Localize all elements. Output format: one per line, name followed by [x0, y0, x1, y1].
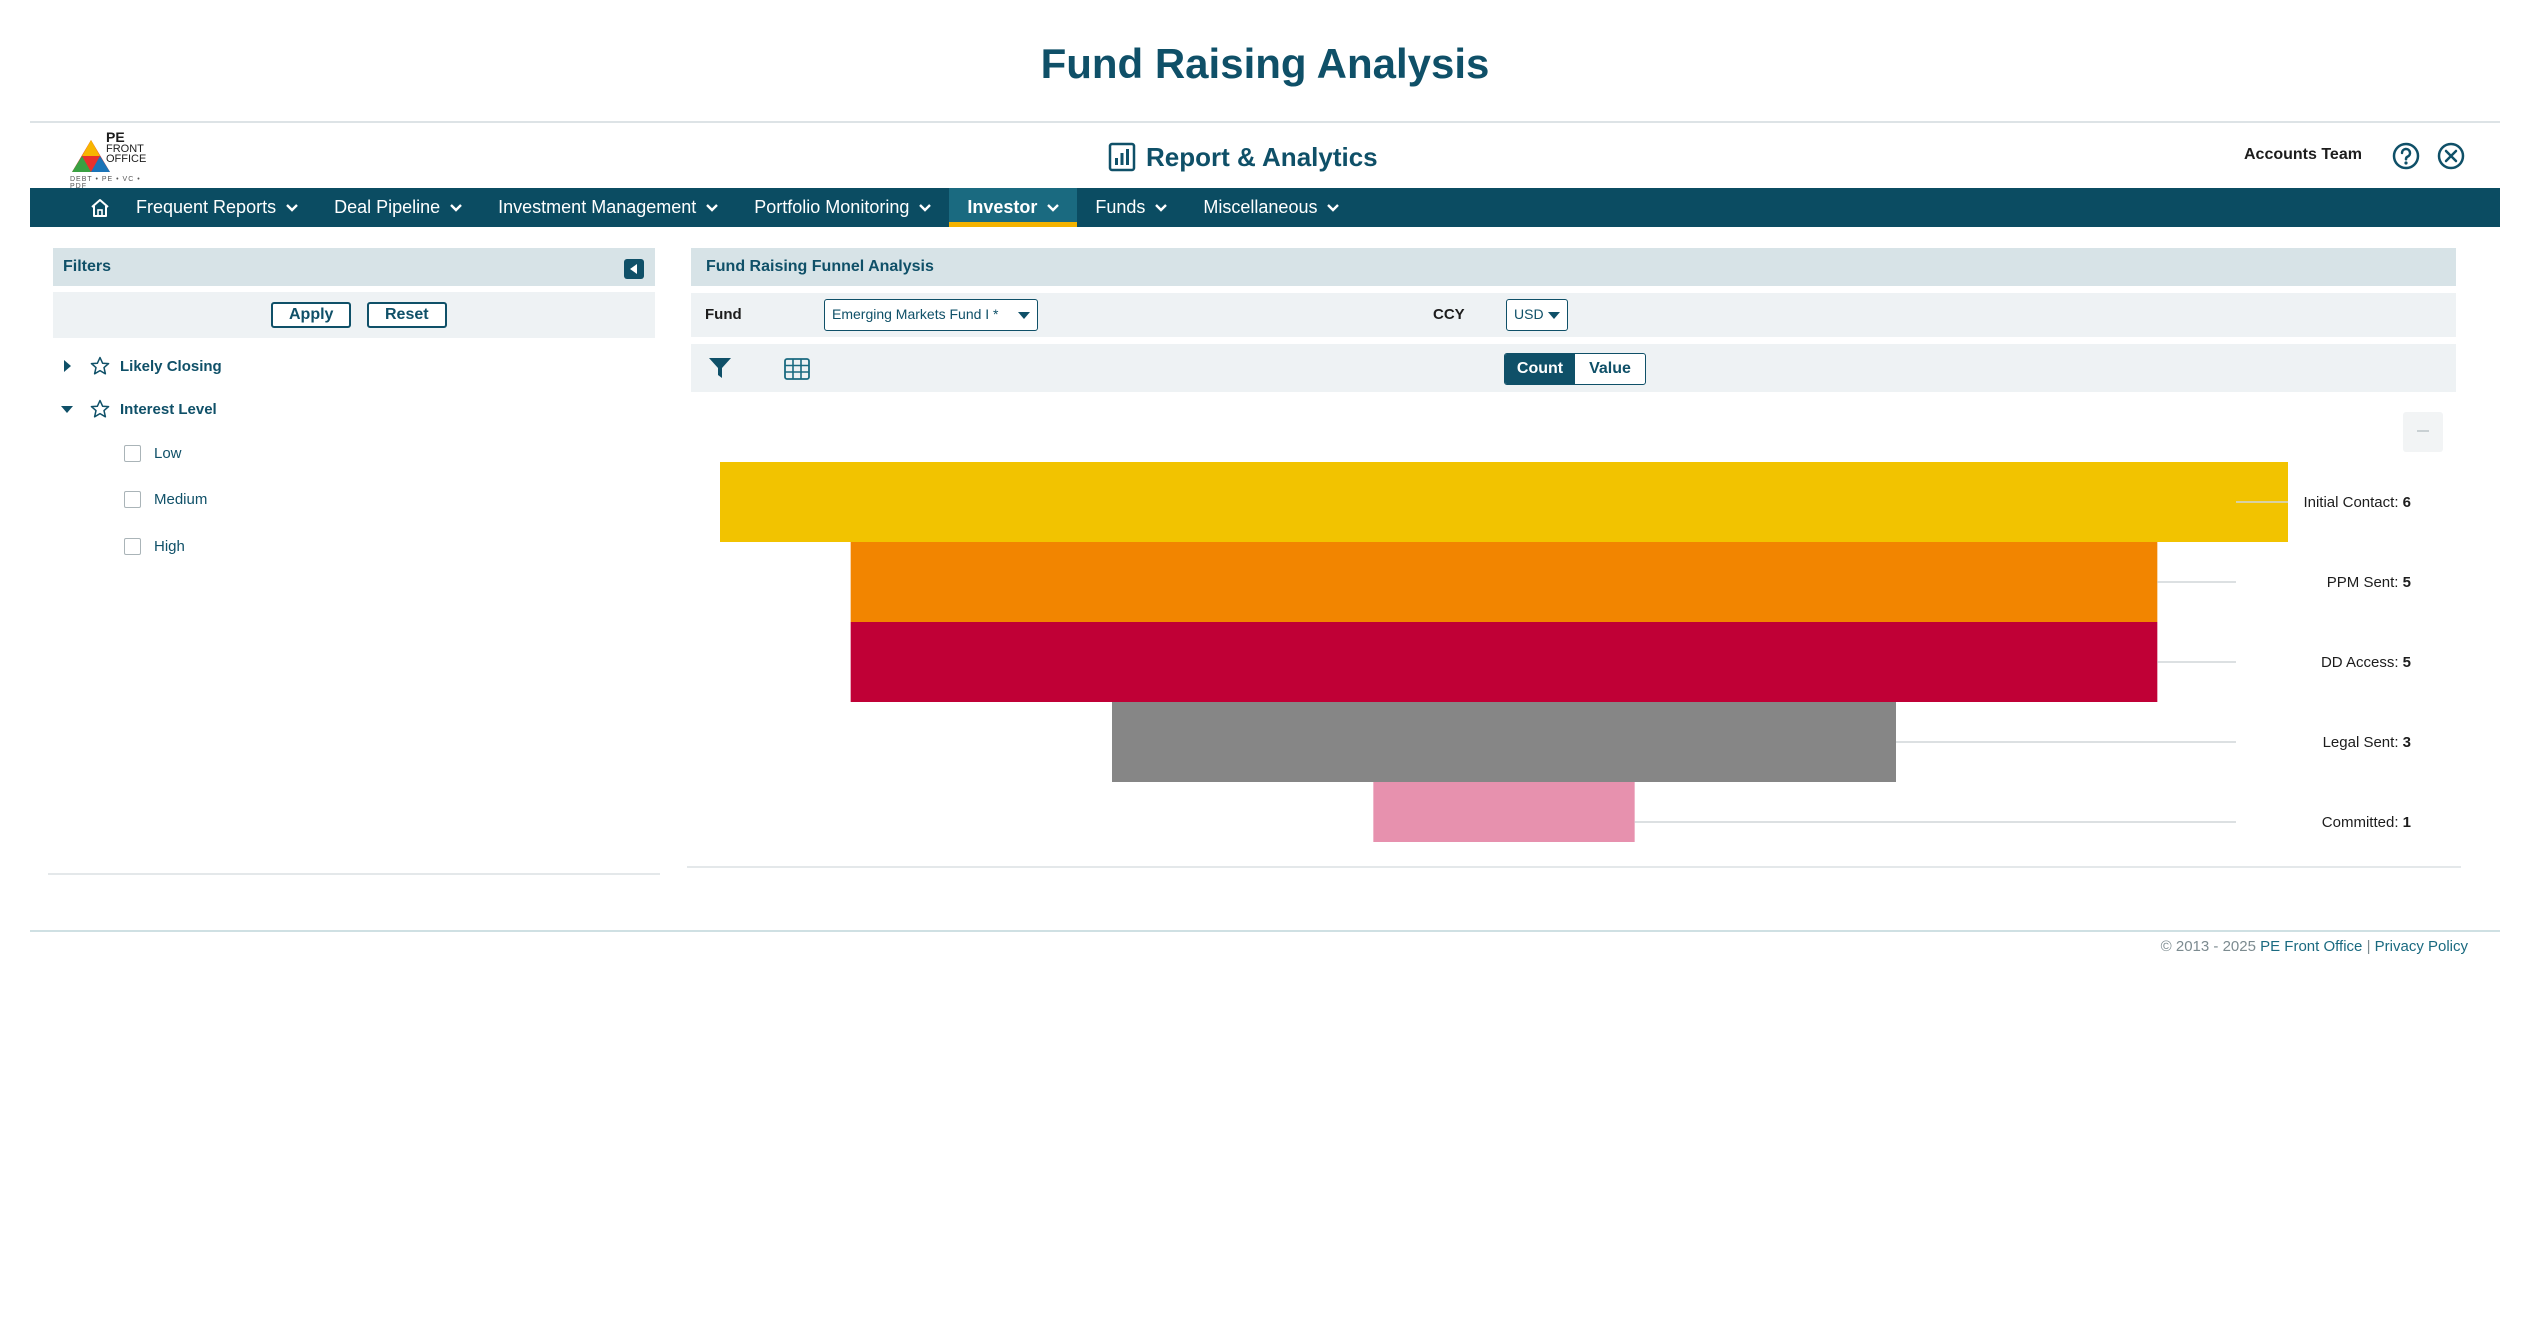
- footer-company-link[interactable]: PE Front Office: [2260, 938, 2362, 955]
- close-icon[interactable]: [2436, 141, 2466, 171]
- nav-item-funds[interactable]: Funds: [1077, 188, 1185, 227]
- chevron-down-icon: [450, 203, 463, 212]
- star-icon[interactable]: [90, 399, 110, 419]
- funnel-panel: Fund Raising Funnel Analysis Fund Emergi…: [687, 248, 2461, 868]
- chevron-down-icon: [1155, 203, 1168, 212]
- filter-group-interest-level[interactable]: Interest Level: [60, 397, 217, 421]
- funnel-segment[interactable]: [850, 622, 2158, 702]
- chevron-down-icon: [1047, 203, 1060, 212]
- star-icon[interactable]: [90, 356, 110, 376]
- app-title: Report & Analytics: [1146, 141, 1378, 172]
- nav-label: Miscellaneous: [1203, 197, 1318, 217]
- filter-group-label: Likely Closing: [120, 357, 222, 375]
- collapse-panel-icon[interactable]: [624, 259, 644, 279]
- app-title-group: Report & Analytics: [1108, 140, 1378, 174]
- chevron-down-icon: [286, 203, 298, 212]
- nav-item-deal-pipeline[interactable]: Deal Pipeline: [316, 188, 480, 227]
- footer: © 2013 - 2025 PE Front Office | Privacy …: [2161, 938, 2468, 955]
- chevron-down-icon: [1327, 203, 1340, 212]
- filter-option-label: High: [154, 537, 185, 555]
- footer-separator: |: [2366, 938, 2371, 955]
- nav-label: Investor: [967, 197, 1038, 217]
- filter-group-label: Interest Level: [120, 400, 217, 418]
- chevron-down-icon: [919, 203, 932, 212]
- nav-item-portfolio-monitoring[interactable]: Portfolio Monitoring: [736, 188, 949, 227]
- chevron-down-icon: [706, 203, 719, 212]
- nav-item-investor[interactable]: Investor: [949, 188, 1078, 227]
- filters-panel: Filters Apply Reset Likely Closing Inter…: [48, 248, 660, 875]
- checkbox[interactable]: [124, 537, 141, 555]
- funnel-chart: Initial Contact: 6 PPM Sent: 5 DD Access: …: [720, 462, 2411, 842]
- footer-copyright: © 2013 - 2025: [2160, 938, 2256, 955]
- nav-item-frequent-reports[interactable]: Frequent Reports: [118, 188, 316, 227]
- user-name[interactable]: Accounts Team: [2244, 146, 2362, 164]
- caret-right-icon[interactable]: [60, 359, 74, 373]
- caret-down-icon[interactable]: [60, 402, 74, 416]
- nav-label: Funds: [1095, 197, 1146, 217]
- privacy-policy-link[interactable]: Privacy Policy: [2375, 938, 2468, 955]
- funnel-segment[interactable]: [850, 542, 2158, 622]
- funnel-segment[interactable]: [720, 462, 2288, 542]
- main-nav: Frequent Reports Deal Pipeline Investmen…: [30, 188, 2500, 227]
- filters-actions: Apply Reset: [53, 292, 655, 338]
- home-icon[interactable]: [82, 188, 118, 227]
- apply-button[interactable]: Apply: [271, 302, 352, 328]
- report-icon: [1108, 142, 1136, 172]
- funnel-data-label: PPM Sent: 5: [2327, 574, 2411, 591]
- logo-text-office: OFFICE: [106, 153, 147, 165]
- divider: [30, 930, 2500, 932]
- company-logo[interactable]: PE FRONT OFFICE DEBT • PE • VC • PDF: [70, 130, 160, 190]
- checkbox[interactable]: [124, 444, 141, 462]
- filter-option-label: Low: [154, 444, 182, 462]
- divider: [30, 121, 2500, 123]
- nav-item-miscellaneous[interactable]: Miscellaneous: [1185, 188, 1357, 227]
- funnel-data-label: Committed: 1: [2322, 814, 2411, 831]
- filter-option-high[interactable]: High: [124, 534, 185, 558]
- filter-option-label: Medium: [154, 490, 208, 508]
- funnel-data-label: DD Access: 5: [2321, 654, 2411, 671]
- funnel-segment[interactable]: [1373, 782, 1635, 842]
- funnel-segment[interactable]: [1112, 702, 1896, 782]
- chart-menu-button[interactable]: [2403, 412, 2443, 452]
- nav-label: Investment Management: [498, 197, 697, 217]
- filter-option-low[interactable]: Low: [124, 441, 182, 465]
- nav-label: Deal Pipeline: [334, 197, 441, 217]
- nav-item-investment-management[interactable]: Investment Management: [480, 188, 736, 227]
- nav-label: Frequent Reports: [136, 197, 277, 217]
- menu-icon: [2417, 430, 2429, 432]
- help-icon[interactable]: [2391, 141, 2421, 171]
- funnel-data-label: Legal Sent: 3: [2323, 734, 2411, 751]
- filters-title: Filters: [63, 258, 112, 275]
- filters-header: Filters: [53, 248, 655, 286]
- filter-group-likely-closing[interactable]: Likely Closing: [60, 354, 222, 378]
- page-title: Fund Raising Analysis: [1040, 40, 1490, 87]
- funnel-data-label: Initial Contact: 6: [2303, 494, 2411, 511]
- app-header: PE FRONT OFFICE DEBT • PE • VC • PDF Rep…: [30, 124, 2500, 190]
- reset-button[interactable]: Reset: [367, 302, 447, 328]
- filter-option-medium[interactable]: Medium: [124, 487, 207, 511]
- nav-label: Portfolio Monitoring: [754, 197, 910, 217]
- checkbox[interactable]: [124, 490, 141, 508]
